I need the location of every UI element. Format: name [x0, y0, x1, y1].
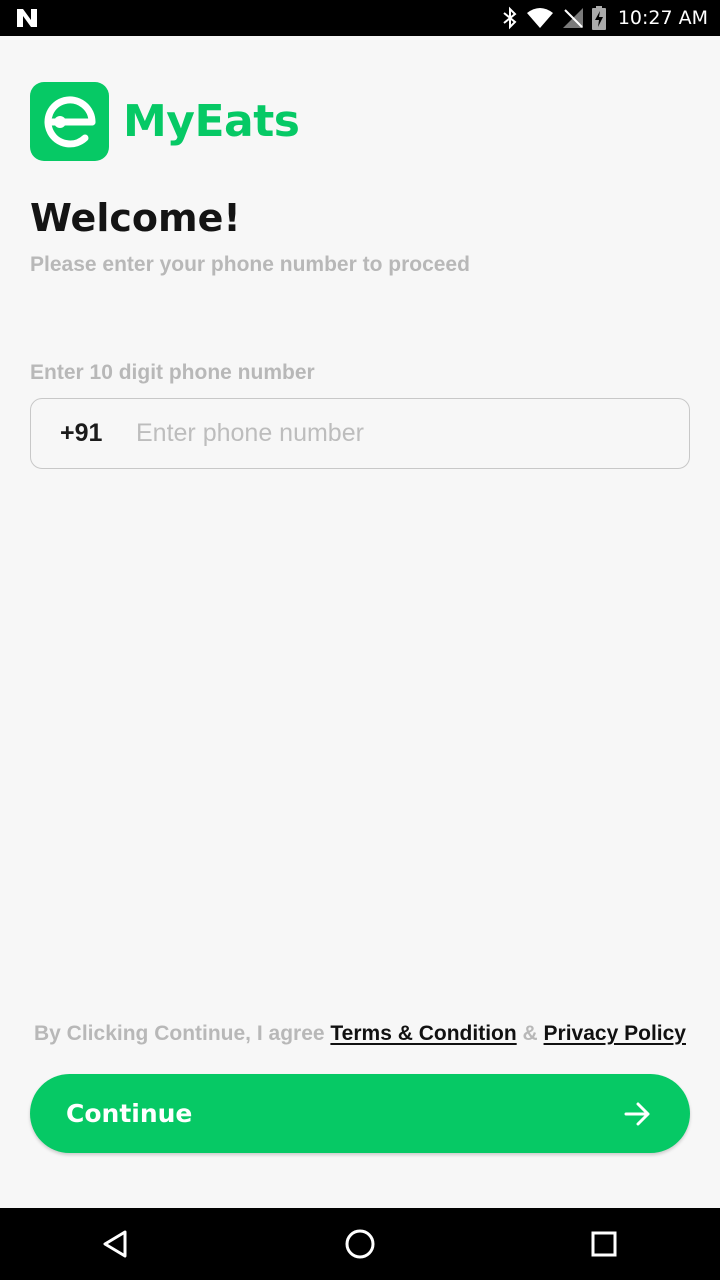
arrow-right-icon: [624, 1102, 650, 1125]
country-code[interactable]: +91: [60, 419, 136, 448]
continue-button-label: Continue: [66, 1099, 193, 1128]
wifi-icon: [526, 8, 553, 28]
agreement-text: By Clicking Continue, I agree Terms & Co…: [0, 1022, 720, 1046]
recents-icon[interactable]: [586, 1226, 622, 1262]
agreement-separator: &: [522, 1022, 538, 1045]
logo-icon: [30, 82, 109, 161]
phone-input[interactable]: [136, 403, 656, 464]
battery-charging-icon: [591, 6, 606, 30]
back-icon[interactable]: [98, 1226, 134, 1262]
terms-link[interactable]: Terms & Condition: [330, 1022, 516, 1045]
system-nav-bar: [0, 1208, 720, 1280]
agreement-prefix: By Clicking Continue, I agree: [34, 1022, 325, 1045]
brand-logo: MyEats: [30, 82, 300, 161]
page-subtitle: Please enter your phone number to procee…: [30, 253, 470, 276]
status-bar: 10:27 AM: [0, 0, 720, 36]
bluetooth-icon: [503, 6, 517, 30]
privacy-policy-link[interactable]: Privacy Policy: [544, 1022, 686, 1045]
brand-name: MyEats: [123, 96, 300, 147]
signal-off-icon: [562, 8, 583, 28]
home-icon[interactable]: [342, 1226, 378, 1262]
phone-field-label: Enter 10 digit phone number: [30, 361, 315, 384]
status-clock: 10:27 AM: [617, 7, 708, 29]
status-icons: 10:27 AM: [502, 0, 708, 36]
continue-button[interactable]: Continue: [30, 1074, 690, 1153]
page-title: Welcome!: [30, 196, 241, 240]
phone-field[interactable]: +91: [30, 398, 690, 469]
notification-n-icon: [17, 9, 37, 27]
